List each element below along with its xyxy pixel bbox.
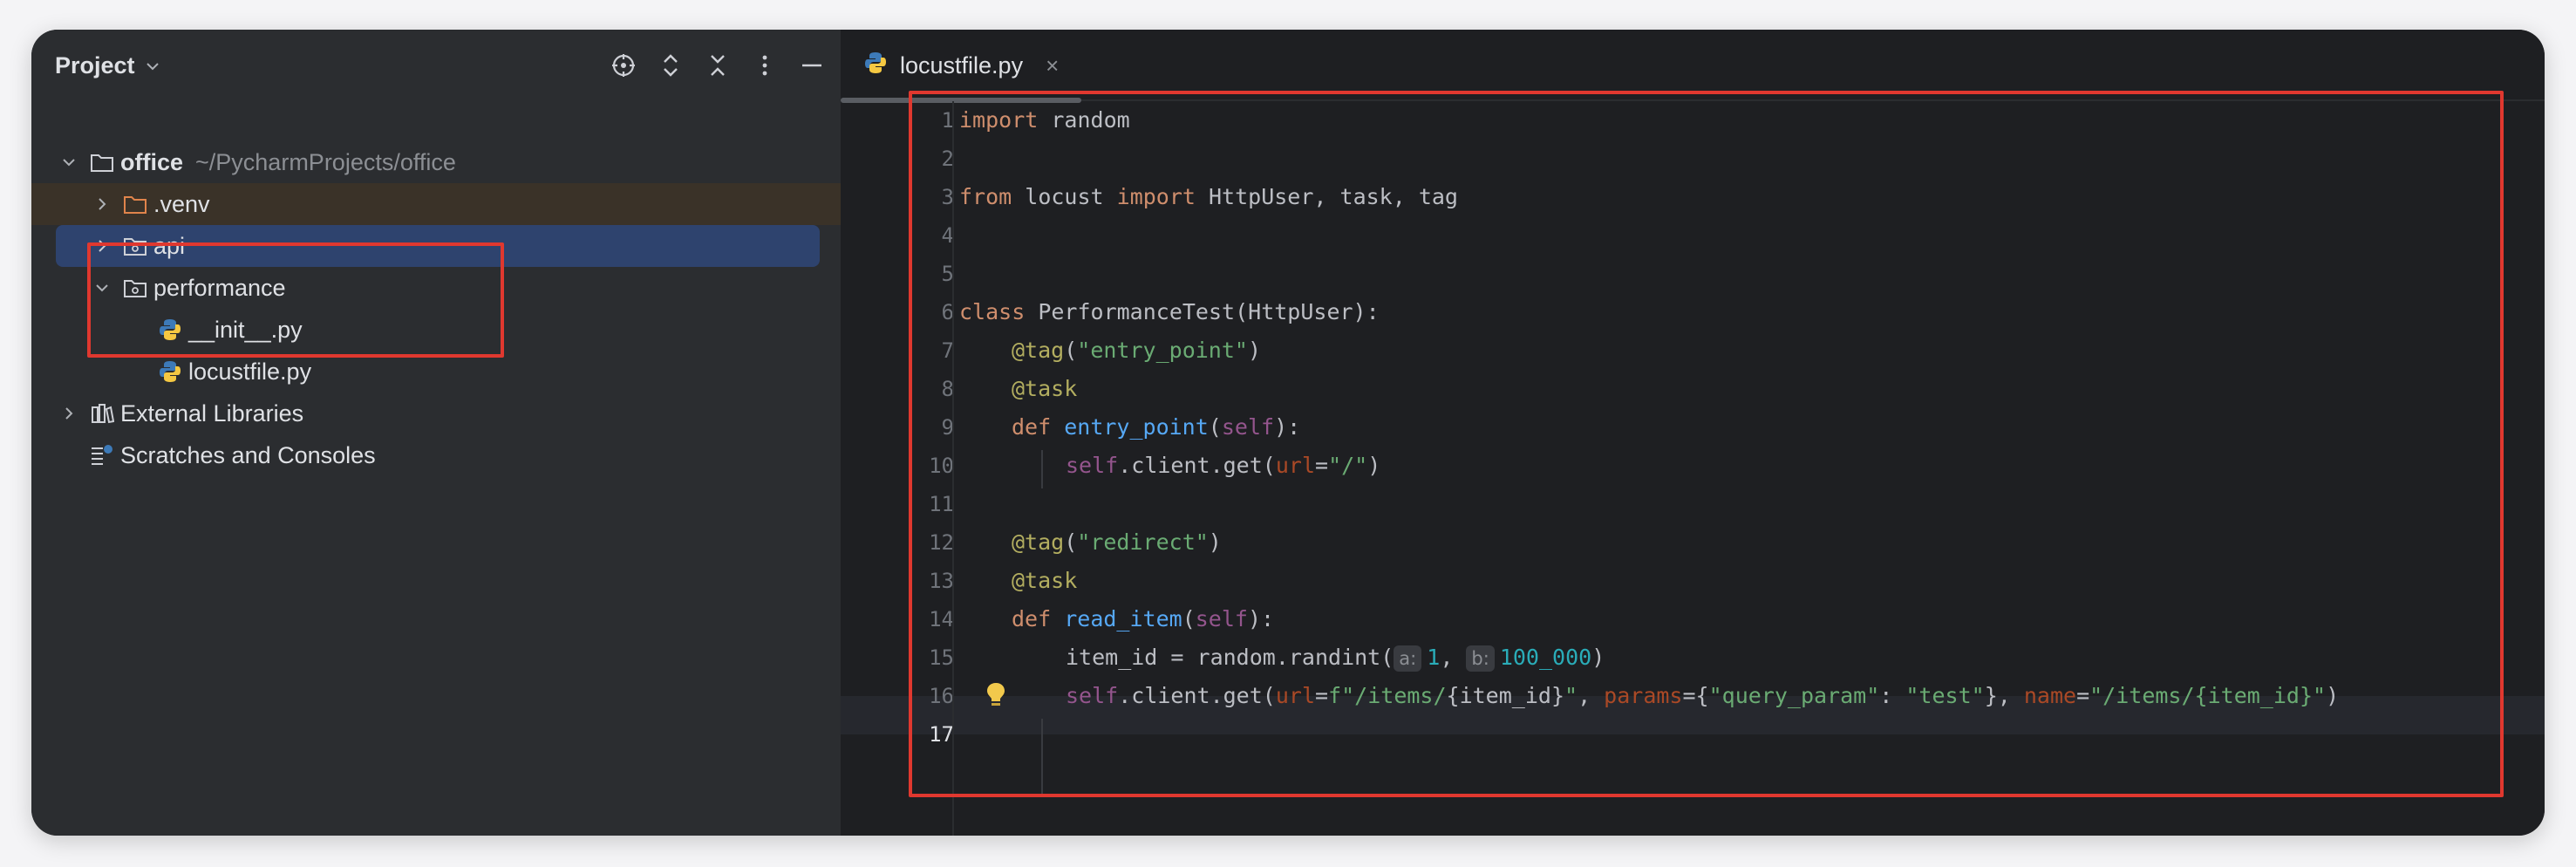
- chevron-right-icon[interactable]: [59, 404, 78, 423]
- python-file-icon: [157, 358, 183, 385]
- more-options-icon[interactable]: [752, 52, 778, 79]
- tree-item-label: External Libraries: [120, 399, 304, 427]
- locate-icon[interactable]: [610, 52, 637, 79]
- tree-item-label: .venv: [153, 190, 210, 217]
- project-tool-window: Project office ~/PycharmProjects/office …: [31, 30, 841, 836]
- scratches-icon: [89, 442, 115, 468]
- highlight-box-code: [909, 91, 2504, 797]
- tree-item-path: ~/PycharmProjects/office: [195, 148, 456, 175]
- tree-item-scratches[interactable]: Scratches and Consoles: [31, 434, 841, 476]
- chevron-right-icon[interactable]: [92, 195, 112, 214]
- collapse-all-icon[interactable]: [705, 52, 731, 79]
- chevron-down-icon: [146, 62, 159, 70]
- close-icon[interactable]: ×: [1046, 52, 1059, 79]
- tree-item-office[interactable]: office ~/PycharmProjects/office: [31, 141, 841, 183]
- tree-item-label: Scratches and Consoles: [120, 441, 376, 468]
- project-title: Project: [55, 52, 135, 79]
- tree-item-venv[interactable]: .venv: [31, 183, 841, 225]
- python-file-icon: [863, 51, 888, 81]
- project-panel-header: Project: [31, 30, 841, 103]
- project-view-selector[interactable]: Project: [55, 52, 161, 79]
- library-icon: [89, 400, 115, 427]
- ide-window: Project office ~/PycharmProjects/office …: [31, 30, 2545, 836]
- expand-all-icon[interactable]: [658, 52, 684, 79]
- folder-icon: [89, 149, 115, 175]
- tree-item-label: locustfile.py: [188, 358, 312, 385]
- chevron-down-icon[interactable]: [59, 153, 78, 172]
- highlight-box-performance: [87, 242, 504, 358]
- excluded-folder-icon: [122, 191, 148, 217]
- hide-icon[interactable]: [799, 52, 825, 79]
- tree-item-external-libraries[interactable]: External Libraries: [31, 393, 841, 434]
- tab-label: locustfile.py: [900, 51, 1024, 79]
- tree-item-label: office: [120, 148, 184, 175]
